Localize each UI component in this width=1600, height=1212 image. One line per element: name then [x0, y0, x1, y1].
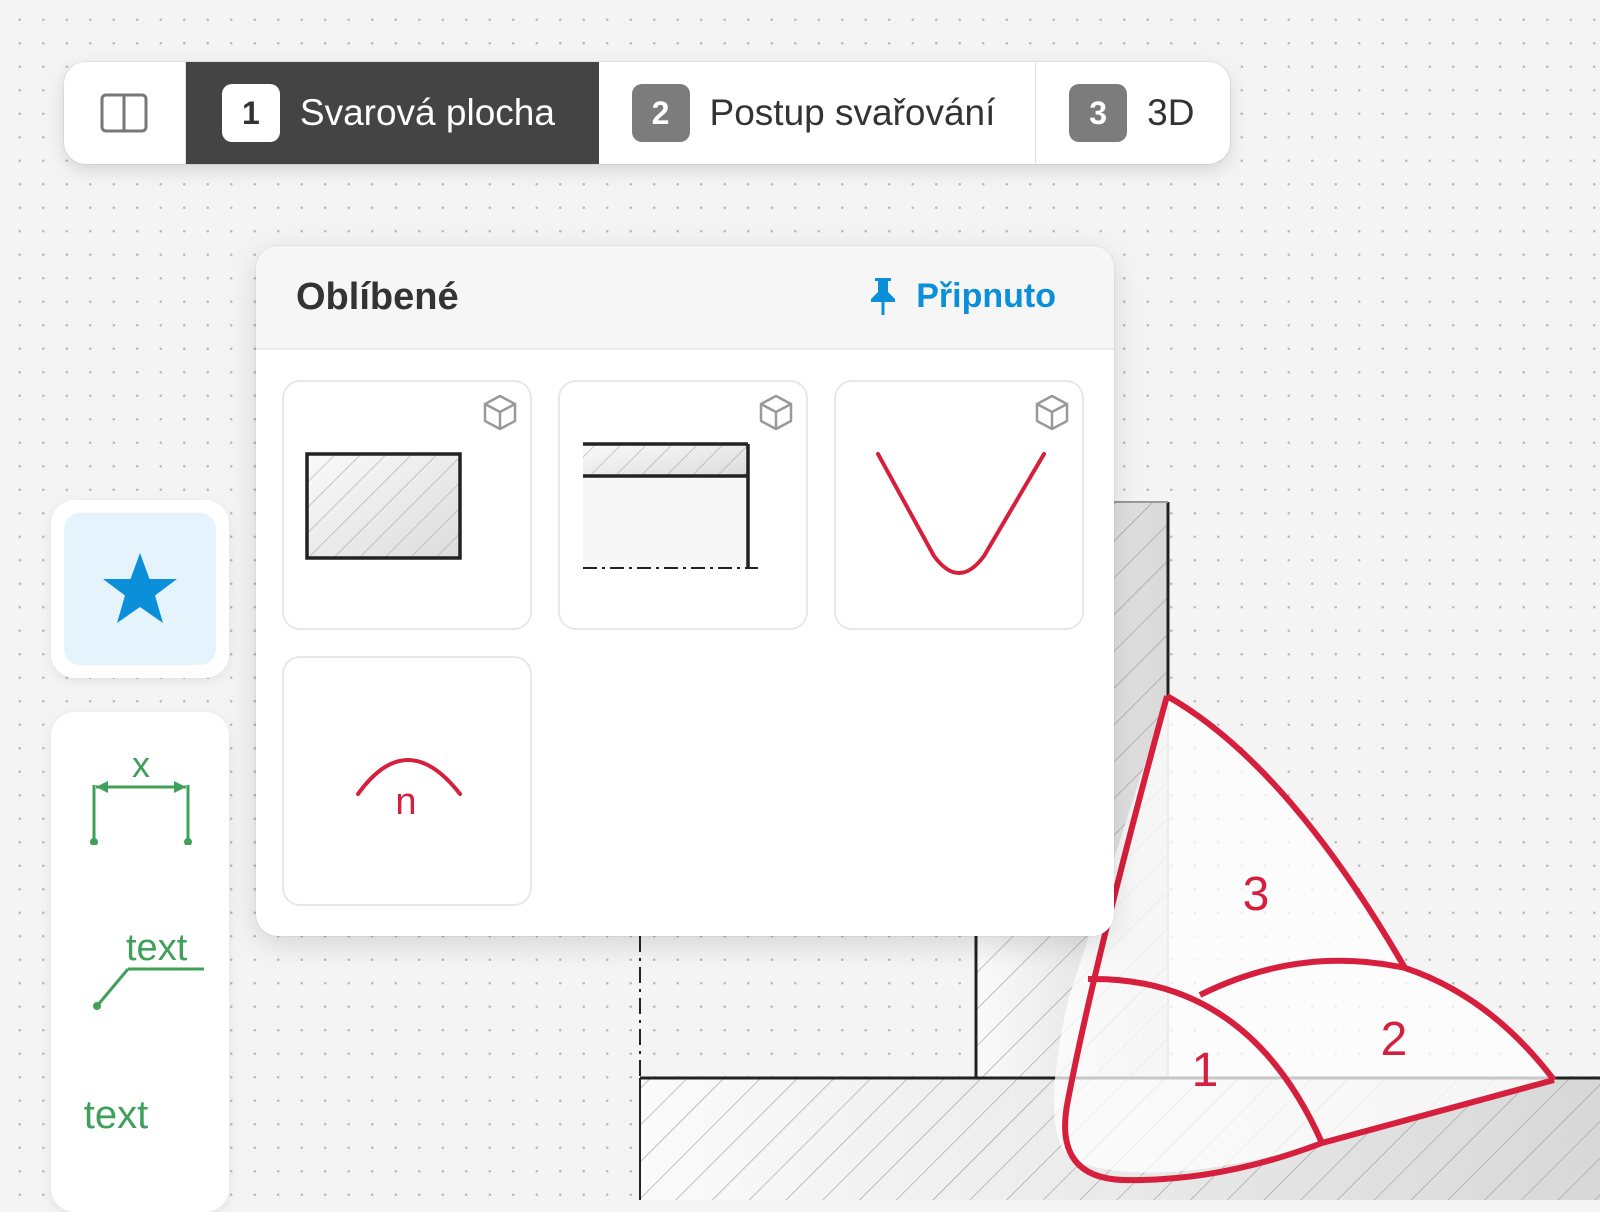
drawing-canvas[interactable]: 1 2 3 1 Svarová plocha 2 Postup svařován… [0, 0, 1600, 1212]
tab-label: Postup svařování [709, 92, 996, 133]
favorite-card-plate-with-centerline[interactable] [558, 380, 808, 630]
weld-pass-label-2: 2 [1381, 1013, 1408, 1066]
favorites-tool-panel [51, 500, 229, 678]
leader-text-label: text [126, 927, 188, 969]
favorite-card-v-groove[interactable] [834, 380, 1084, 630]
star-icon [103, 553, 177, 623]
tab-number-badge: 3 [1069, 84, 1128, 142]
split-panel-icon [100, 93, 148, 133]
tab-number-badge: 1 [221, 84, 280, 142]
pin-label: Připnuto [916, 276, 1056, 315]
weld-pass-label-1: 1 [1192, 1044, 1219, 1097]
v-groove-icon [876, 452, 1046, 575]
pin-button[interactable]: Připnuto [868, 276, 1056, 316]
tab-weld-area[interactable]: 1 Svarová plocha [185, 62, 599, 164]
dimension-icon: x [90, 744, 192, 846]
tab-number-badge: 2 [631, 84, 690, 142]
leader-text-icon: text [93, 927, 204, 1010]
leader-text-tool[interactable]: text [86, 920, 206, 1020]
text-tool[interactable]: text [56, 1080, 176, 1150]
favorites-button[interactable] [64, 513, 216, 665]
panel-layout-button[interactable] [64, 62, 186, 164]
plate-section-icon [305, 452, 462, 560]
weld-pass-label-3: 3 [1243, 868, 1270, 921]
top-toolbar: 1 Svarová plocha 2 Postup svařování 3 3D [64, 62, 1230, 164]
popup-title: Oblíbené [296, 276, 459, 318]
tab-label: Svarová plocha [299, 92, 555, 133]
weld-cap-icon: n [356, 758, 462, 823]
tab-3d[interactable]: 3 3D [1036, 62, 1230, 164]
dimension-label: x [132, 745, 150, 785]
plate-centerline-icon [583, 442, 758, 569]
pin-icon [871, 278, 896, 315]
dimension-tool[interactable]: x [86, 744, 196, 846]
tab-label: 3D [1147, 92, 1195, 133]
weld-cap-label: n [395, 781, 416, 823]
popup-header: Oblíbené Připnuto [256, 246, 1114, 350]
favorite-card-plate-section[interactable] [282, 380, 532, 630]
favorite-card-weld-cap[interactable]: n [282, 656, 532, 906]
favorites-popup: Oblíbené Připnuto n [256, 246, 1114, 936]
tab-welding-procedure[interactable]: 2 Postup svařování [599, 62, 1037, 164]
